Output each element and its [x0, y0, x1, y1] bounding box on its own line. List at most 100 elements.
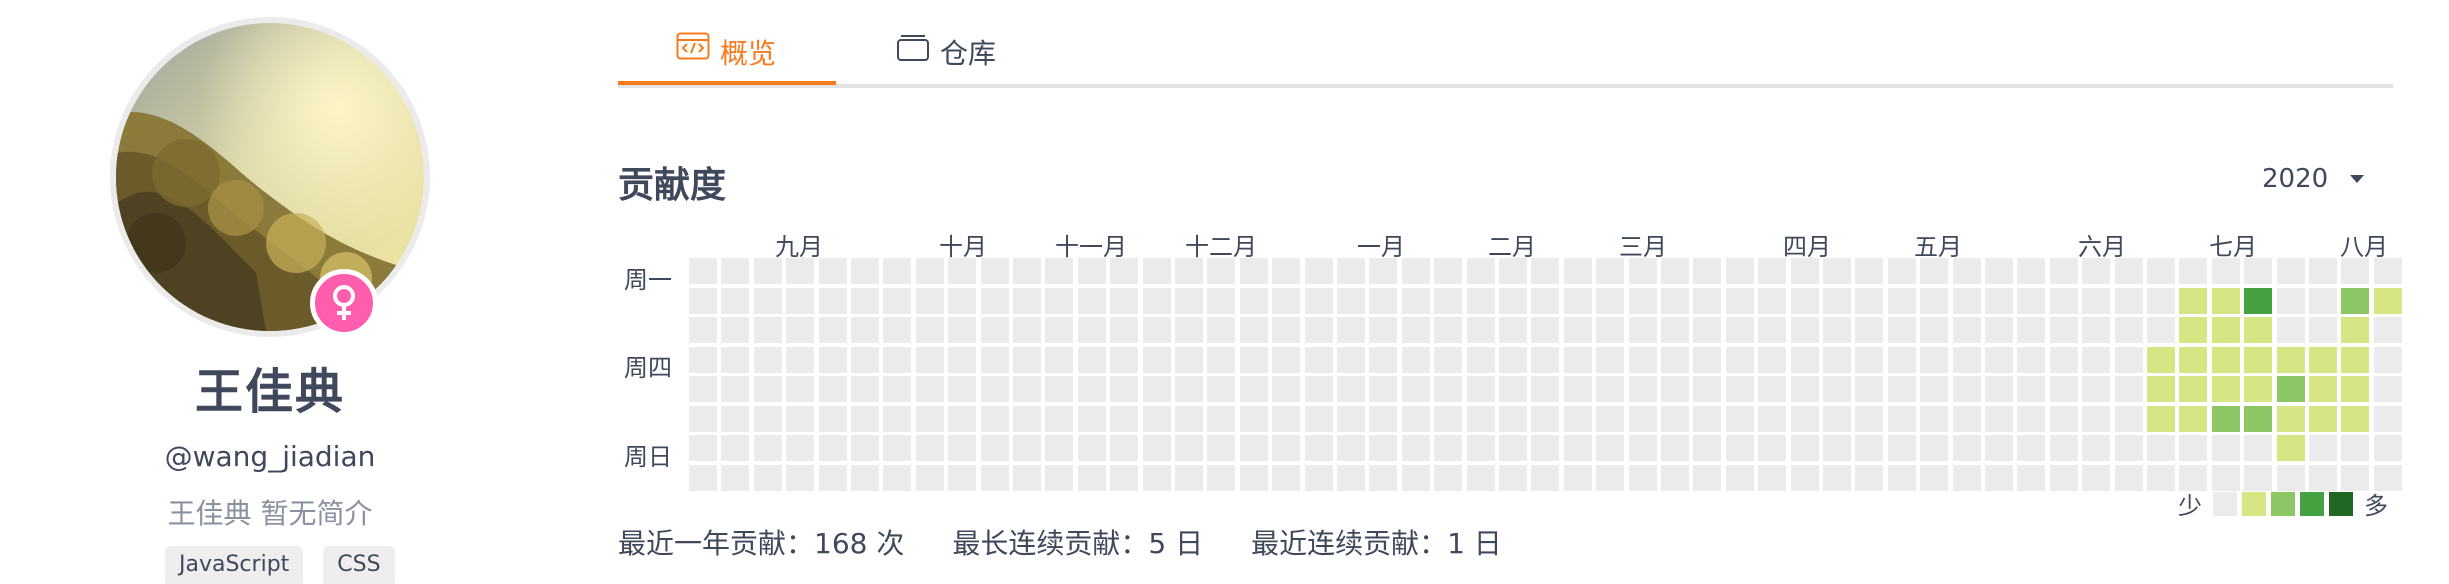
contribution-cell[interactable]: [786, 405, 815, 432]
contribution-cell[interactable]: [1985, 435, 2013, 461]
contribution-cell[interactable]: [1952, 435, 1981, 461]
contribution-cell[interactable]: [948, 317, 977, 343]
contribution-cell[interactable]: [1401, 346, 1430, 373]
contribution-cell[interactable]: [2244, 317, 2273, 343]
contribution-cell[interactable]: [818, 346, 847, 373]
contribution-cell[interactable]: [1434, 435, 1463, 461]
contribution-cell[interactable]: [851, 287, 879, 314]
contribution-cell[interactable]: [753, 464, 782, 491]
contribution-cell[interactable]: [1855, 376, 1884, 402]
contribution-cell[interactable]: [1337, 317, 1365, 343]
contribution-cell[interactable]: [1725, 346, 1754, 373]
contribution-cell[interactable]: [1466, 435, 1495, 461]
contribution-cell[interactable]: [1790, 346, 1819, 373]
contribution-cell[interactable]: [1239, 376, 1268, 402]
contribution-cell[interactable]: [1077, 317, 1106, 343]
contribution-cell[interactable]: [883, 346, 912, 373]
skill-tag[interactable]: CSS: [323, 546, 395, 584]
contribution-cell[interactable]: [1758, 317, 1787, 343]
contribution-cell[interactable]: [2244, 346, 2273, 373]
contribution-cell[interactable]: [2341, 287, 2370, 314]
contribution-cell[interactable]: [1628, 317, 1657, 343]
contribution-cell[interactable]: [851, 464, 879, 491]
contribution-cell[interactable]: [1887, 346, 1916, 373]
contribution-cell[interactable]: [818, 376, 847, 402]
contribution-cell[interactable]: [1920, 287, 1949, 314]
contribution-cell[interactable]: [1239, 405, 1268, 432]
contribution-cell[interactable]: [1920, 464, 1949, 491]
contribution-cell[interactable]: [851, 376, 879, 402]
contribution-cell[interactable]: [2211, 287, 2240, 314]
contribution-cell[interactable]: [1596, 317, 1625, 343]
contribution-cell[interactable]: [1790, 376, 1819, 402]
contribution-cell[interactable]: [1790, 464, 1819, 491]
contribution-cell[interactable]: [1077, 464, 1106, 491]
contribution-cell[interactable]: [1045, 287, 1074, 314]
contribution-cell[interactable]: [1110, 435, 1139, 461]
contribution-cell[interactable]: [948, 258, 977, 284]
contribution-cell[interactable]: [1725, 405, 1754, 432]
contribution-cell[interactable]: [1563, 258, 1592, 284]
contribution-cell[interactable]: [1563, 435, 1592, 461]
contribution-cell[interactable]: [1661, 405, 1689, 432]
contribution-cell[interactable]: [1985, 464, 2013, 491]
contribution-cell[interactable]: [2341, 258, 2370, 284]
contribution-cell[interactable]: [689, 435, 717, 461]
contribution-cell[interactable]: [1985, 258, 2013, 284]
contribution-cell[interactable]: [1661, 435, 1689, 461]
contribution-cell[interactable]: [980, 464, 1009, 491]
contribution-cell[interactable]: [851, 435, 879, 461]
contribution-cell[interactable]: [2017, 435, 2046, 461]
contribution-cell[interactable]: [1628, 435, 1657, 461]
contribution-cell[interactable]: [1077, 405, 1106, 432]
contribution-cell[interactable]: [1499, 287, 1527, 314]
contribution-cell[interactable]: [2049, 376, 2078, 402]
contribution-cell[interactable]: [2147, 464, 2175, 491]
contribution-cell[interactable]: [1142, 435, 1171, 461]
contribution-cell[interactable]: [721, 258, 750, 284]
contribution-cell[interactable]: [818, 464, 847, 491]
contribution-cell[interactable]: [1563, 464, 1592, 491]
contribution-cell[interactable]: [2179, 376, 2208, 402]
contribution-cell[interactable]: [753, 317, 782, 343]
contribution-cell[interactable]: [2244, 258, 2273, 284]
contribution-cell[interactable]: [1369, 435, 1398, 461]
contribution-cell[interactable]: [980, 346, 1009, 373]
contribution-cell[interactable]: [2082, 405, 2111, 432]
contribution-cell[interactable]: [1790, 405, 1819, 432]
contribution-cell[interactable]: [1758, 376, 1787, 402]
contribution-cell[interactable]: [1499, 317, 1527, 343]
contribution-cell[interactable]: [818, 405, 847, 432]
contribution-cell[interactable]: [1693, 464, 1722, 491]
contribution-cell[interactable]: [883, 317, 912, 343]
contribution-cell[interactable]: [1207, 376, 1236, 402]
contribution-cell[interactable]: [786, 435, 815, 461]
contribution-cell[interactable]: [1401, 405, 1430, 432]
contribution-cell[interactable]: [1823, 258, 1851, 284]
contribution-cell[interactable]: [1952, 317, 1981, 343]
contribution-cell[interactable]: [2017, 346, 2046, 373]
contribution-cell[interactable]: [1628, 258, 1657, 284]
contribution-cell[interactable]: [2114, 258, 2143, 284]
contribution-cell[interactable]: [1628, 287, 1657, 314]
contribution-cell[interactable]: [786, 464, 815, 491]
contribution-cell[interactable]: [1952, 287, 1981, 314]
contribution-cell[interactable]: [2341, 376, 2370, 402]
contribution-cell[interactable]: [1337, 346, 1365, 373]
contribution-cell[interactable]: [689, 464, 717, 491]
contribution-cell[interactable]: [1920, 317, 1949, 343]
contribution-cell[interactable]: [1855, 464, 1884, 491]
contribution-cell[interactable]: [2276, 435, 2305, 461]
contribution-cell[interactable]: [915, 405, 944, 432]
contribution-cell[interactable]: [1985, 287, 2013, 314]
contribution-cell[interactable]: [1013, 287, 1041, 314]
contribution-cell[interactable]: [1304, 376, 1333, 402]
contribution-cell[interactable]: [1304, 435, 1333, 461]
contribution-cell[interactable]: [883, 405, 912, 432]
contribution-cell[interactable]: [1628, 464, 1657, 491]
contribution-cell[interactable]: [1887, 376, 1916, 402]
contribution-cell[interactable]: [689, 317, 717, 343]
contribution-cell[interactable]: [1725, 464, 1754, 491]
contribution-cell[interactable]: [2179, 405, 2208, 432]
contribution-cell[interactable]: [2147, 376, 2175, 402]
